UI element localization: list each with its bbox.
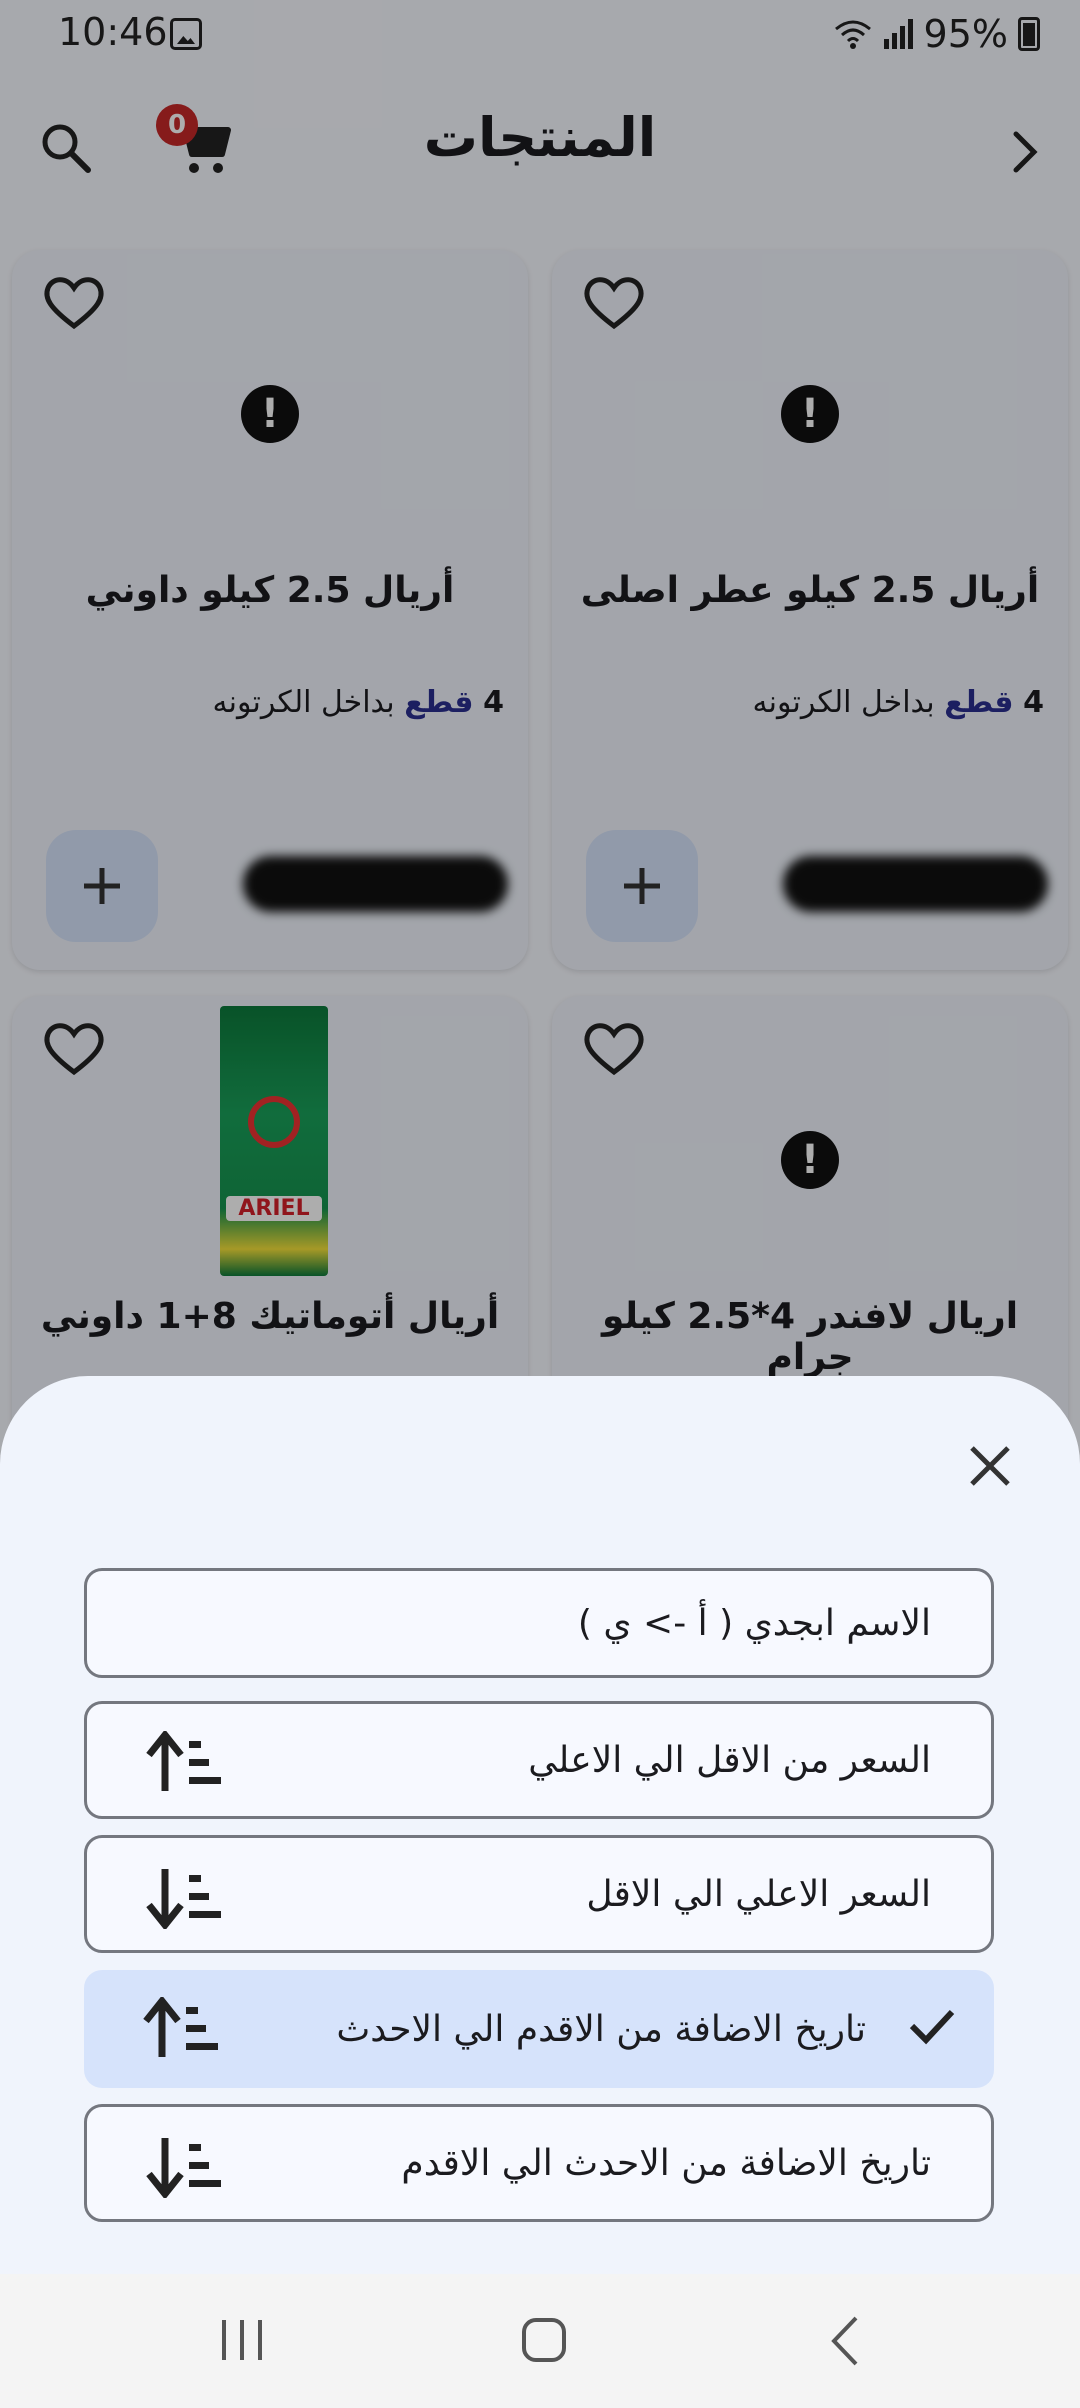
sort-option-label: السعر من الاقل الي الاعلي <box>528 1739 931 1781</box>
back-icon[interactable] <box>826 2314 866 2368</box>
recent-apps-icon[interactable] <box>218 2318 266 2362</box>
sort-option-label: السعر الاعلي الي الاقل <box>586 1873 931 1915</box>
close-icon[interactable] <box>966 1442 1014 1490</box>
system-navigation-bar <box>0 2274 1080 2408</box>
sort-bottom-sheet: الاسم ابجدي ( أ -> ي ) السعر من الاقل ال… <box>0 1376 1080 2274</box>
sort-option-label: تاريخ الاضافة من الاحدث الي الاقدم <box>401 2142 931 2184</box>
sort-descending-icon <box>146 2138 221 2198</box>
sort-option-price-high-low[interactable]: السعر الاعلي الي الاقل <box>84 1835 994 1953</box>
sort-ascending-icon <box>143 1997 218 2057</box>
sort-option-date-old-new[interactable]: تاريخ الاضافة من الاقدم الي الاحدث <box>84 1970 994 2088</box>
sort-descending-icon <box>146 1869 221 1929</box>
sort-option-date-new-old[interactable]: تاريخ الاضافة من الاحدث الي الاقدم <box>84 2104 994 2222</box>
sort-option-label: تاريخ الاضافة من الاقدم الي الاحدث <box>336 2008 866 2050</box>
screen: 10:46 95% 0 المنتجات ! أريال 2.5 كيلو عط… <box>0 0 1080 2408</box>
sort-option-name-alphabetical[interactable]: الاسم ابجدي ( أ -> ي ) <box>84 1568 994 1678</box>
sort-option-price-low-high[interactable]: السعر من الاقل الي الاعلي <box>84 1701 994 1819</box>
home-icon[interactable] <box>520 2316 568 2364</box>
check-icon <box>909 2009 955 2045</box>
sort-ascending-icon <box>146 1731 221 1791</box>
sort-option-label: الاسم ابجدي ( أ -> ي ) <box>577 1602 931 1644</box>
